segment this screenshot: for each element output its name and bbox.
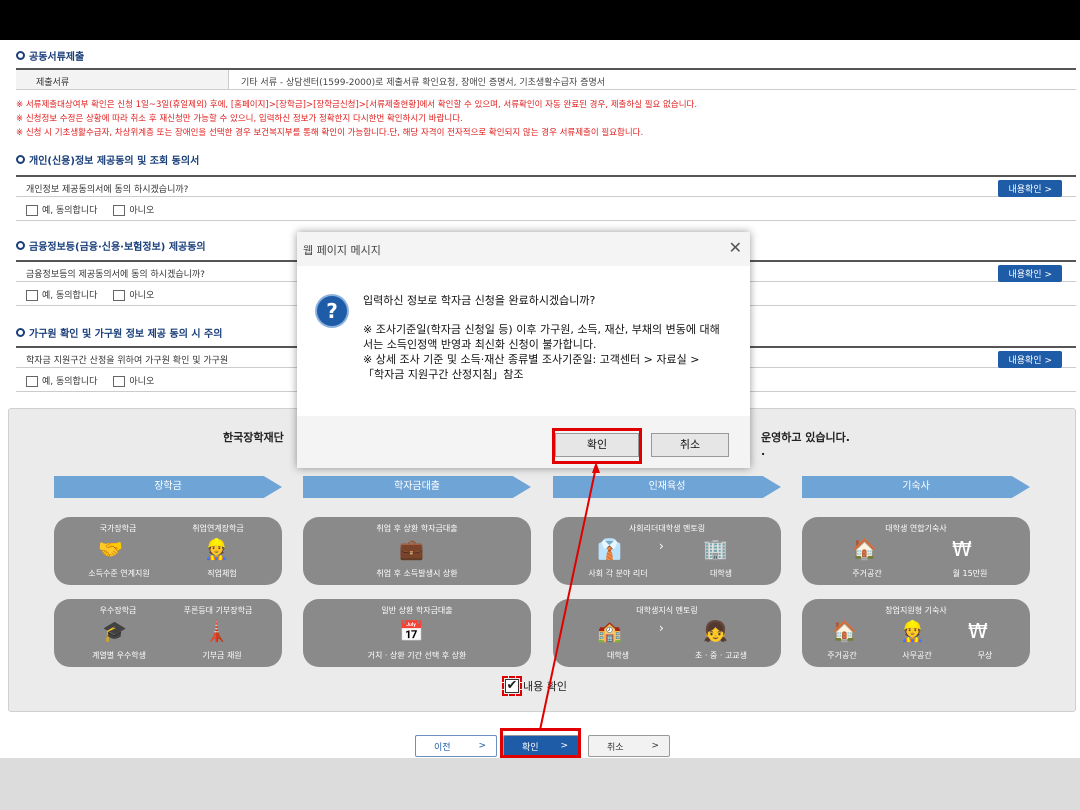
annotation-arrow	[539, 462, 600, 731]
arrow-head	[592, 462, 600, 473]
arrow-line	[539, 466, 597, 731]
